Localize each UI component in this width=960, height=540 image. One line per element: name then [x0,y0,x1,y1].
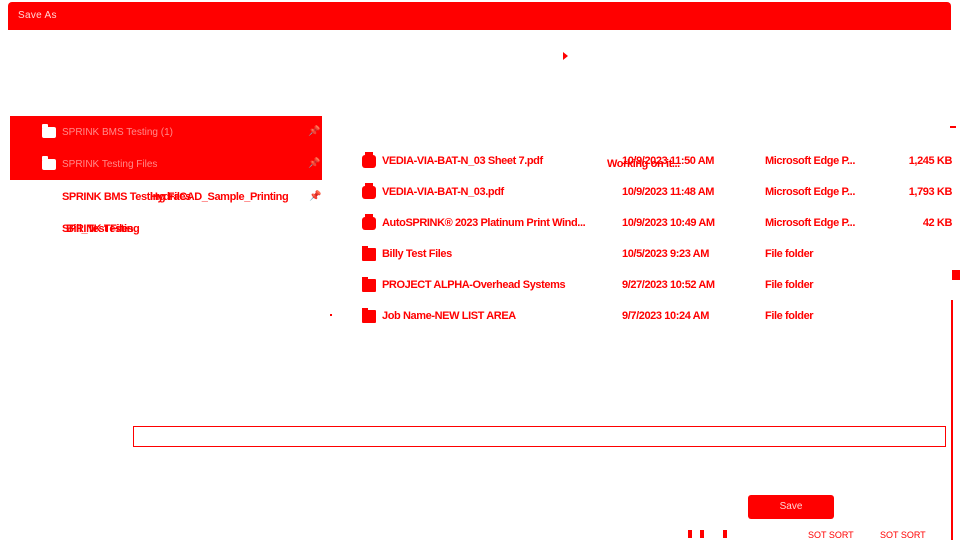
title-bar: Save As [8,2,951,30]
file-name: VEDIA-VIA-BAT-N_03.pdf [382,186,504,198]
file-date: 10/5/2023 9:23 AM [622,248,709,260]
file-row[interactable]: VEDIA-VIA-BAT-N_03 Sheet 7.pdf 10/9/2023… [360,151,960,175]
pdf-icon [362,183,376,199]
file-type: Microsoft Edge P... [765,186,855,198]
save-button[interactable]: Save [748,495,834,519]
pin-icon[interactable]: 📌 [309,191,321,202]
file-date: 9/27/2023 10:52 AM [622,279,715,291]
file-row[interactable]: Job Name-NEW LIST AREA 9/7/2023 10:24 AM… [360,306,960,330]
recent-item-2-overlay: Bill_Test Files [66,223,134,235]
edge-mark [950,126,956,128]
file-type: File folder [765,248,814,260]
file-name: PROJECT ALPHA-Overhead Systems [382,279,566,291]
chevron-right-icon[interactable] [563,52,568,60]
file-size: 1,245 KB [908,155,953,167]
file-name: Job Name-NEW LIST AREA [382,310,516,322]
bottom-label: SOT SORT [880,530,926,540]
pin-icon[interactable]: 📌 [308,126,320,137]
edge-mark [723,530,727,538]
edge-mark [700,530,704,538]
folder-icon [42,124,56,138]
folder-icon [362,277,376,292]
file-size: 1,793 KB [908,186,953,198]
edge-mark [688,530,692,538]
file-name: Billy Test Files [382,248,452,260]
file-size: 42 KB [922,217,953,229]
file-name-input[interactable] [133,426,946,447]
file-row[interactable]: PROJECT ALPHA-Overhead Systems 9/27/2023… [360,275,960,299]
bottom-label: SOT SORT [808,530,854,540]
folder-icon [362,246,376,261]
file-type: Microsoft Edge P... [765,155,855,167]
file-type: Microsoft Edge P... [765,217,855,229]
pdf-icon [362,152,376,168]
file-date: 9/7/2023 10:24 AM [622,310,709,322]
cursor-dot [330,314,332,316]
folder-icon [362,308,376,323]
file-row[interactable]: VEDIA-VIA-BAT-N_03.pdf 10/9/2023 11:48 A… [360,182,960,206]
quick-access-label: SPRINK Testing Files [62,159,158,170]
quick-access-item-2[interactable]: SPRINK Testing Files 📌 [10,150,322,180]
file-date: 10/9/2023 11:50 AM [622,155,715,167]
file-type: File folder [765,279,814,291]
window-title: Save As [18,10,57,21]
pin-icon[interactable]: 📌 [308,158,320,169]
quick-access-item-1[interactable]: SPRINK BMS Testing (1) 📌 [10,118,322,148]
quick-access-label: SPRINK BMS Testing (1) [62,127,173,138]
file-date: 10/9/2023 10:49 AM [622,217,715,229]
file-row[interactable]: Billy Test Files 10/5/2023 9:23 AM File … [360,244,960,268]
file-date: 10/9/2023 11:48 AM [622,186,715,198]
edge-mark [952,270,960,280]
recent-item-1-overlay: HydraCAD_Sample_Printing [150,191,289,203]
file-name: VEDIA-VIA-BAT-N_03 Sheet 7.pdf [382,155,543,167]
folder-icon [42,156,56,170]
file-type: File folder [765,310,814,322]
right-edge-line [951,300,953,540]
file-name: AutoSPRINK® 2023 Platinum Print Wind... [382,217,586,229]
file-row[interactable]: AutoSPRINK® 2023 Platinum Print Wind... … [360,213,960,237]
pdf-icon [362,214,376,230]
